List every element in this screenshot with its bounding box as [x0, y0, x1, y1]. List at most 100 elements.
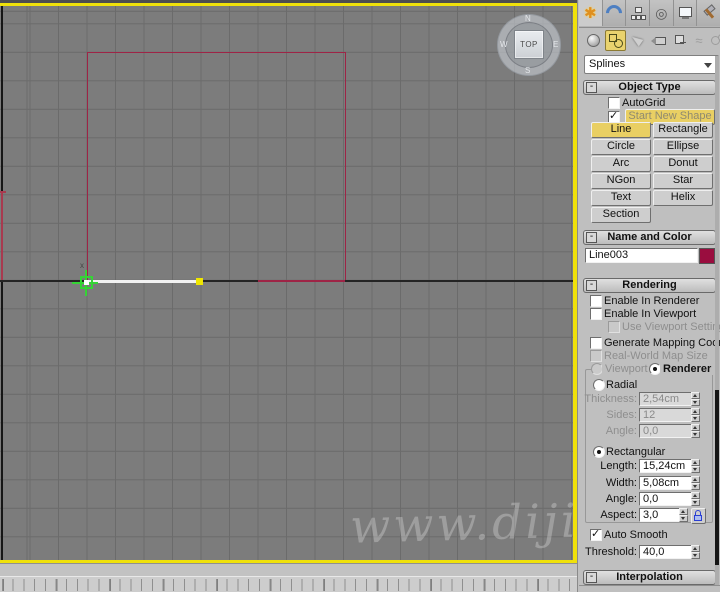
angle-rect-field[interactable]: 0,0: [639, 492, 694, 506]
tab-create[interactable]: ✱: [579, 0, 603, 26]
compass-south-label[interactable]: S: [525, 66, 530, 75]
rectangular-radio[interactable]: [593, 446, 605, 458]
line-start-vertex[interactable]: [84, 280, 89, 285]
tab-motion[interactable]: ◎: [650, 0, 674, 26]
object-color-swatch[interactable]: [699, 248, 715, 264]
thickness-field: 2,54cm: [639, 392, 694, 406]
line-being-drawn[interactable]: [85, 280, 200, 283]
shape-button-donut[interactable]: Donut: [653, 156, 713, 172]
compass-east-label[interactable]: E: [553, 40, 558, 49]
length-row: Length: 15,24cm: [578, 459, 720, 473]
shape-type-dropdown[interactable]: Splines: [584, 55, 719, 74]
shape-button-line[interactable]: Line: [591, 122, 651, 138]
shapes-icon: [608, 33, 623, 48]
angle-rect-spinner[interactable]: [691, 492, 700, 506]
track-bar[interactable]: [0, 576, 577, 592]
collapse-icon[interactable]: -: [586, 232, 597, 243]
shape-button-ngon[interactable]: NGon: [591, 173, 651, 189]
shape-button-ellipse[interactable]: Ellipse: [653, 139, 713, 155]
spacewarps-icon: ≈: [695, 32, 703, 48]
panel-divider: [579, 585, 720, 586]
tab-display[interactable]: [673, 0, 698, 26]
panel-scrollbar[interactable]: [715, 56, 719, 585]
top-viewport[interactable]: x www.dijitalde N S W E TOP: [0, 0, 577, 563]
tab-utilities[interactable]: [697, 0, 720, 26]
rollout-interpolation[interactable]: - Interpolation: [583, 570, 716, 585]
auto-smooth-checkbox[interactable]: [590, 527, 602, 541]
display-icon: [678, 7, 692, 19]
category-lights[interactable]: [627, 30, 645, 50]
compass-north-label[interactable]: N: [525, 14, 531, 23]
3dsmax-window: x www.dijitalde N S W E TOP ✱ ◎ ≈ Spline…: [0, 0, 720, 592]
rectangle-bottom-edge: [258, 280, 345, 282]
category-cameras[interactable]: [649, 30, 667, 50]
shape-button-section[interactable]: Section: [591, 207, 651, 223]
use-viewport-settings-checkbox: [608, 321, 620, 333]
viewport-border-right: [573, 3, 577, 563]
panel-scrollbar-thumb[interactable]: [715, 390, 719, 565]
enable-viewport-label: Enable In Viewport: [604, 308, 697, 320]
width-field[interactable]: 5,08cm: [639, 476, 694, 490]
viewport-grid[interactable]: x www.dijitalde N S W E TOP: [0, 6, 573, 560]
utilities-icon: [702, 4, 716, 20]
enable-renderer-checkbox[interactable]: [590, 295, 602, 307]
shape-button-helix[interactable]: Helix: [653, 190, 713, 206]
category-spacewarps[interactable]: ≈: [690, 30, 708, 50]
threshold-spinner[interactable]: [691, 545, 700, 559]
rollout-name-color[interactable]: - Name and Color: [583, 230, 716, 245]
aspect-spinner[interactable]: [679, 508, 688, 522]
collapse-icon[interactable]: -: [586, 572, 597, 583]
object-name-field[interactable]: Line003: [585, 248, 698, 263]
aspect-lock-button[interactable]: [691, 508, 706, 524]
generate-mapping-label: Generate Mapping Coords.: [604, 337, 720, 349]
radial-radio[interactable]: [593, 379, 605, 391]
rollout-rendering[interactable]: - Rendering: [583, 278, 716, 293]
collapse-icon[interactable]: -: [586, 280, 597, 291]
shape-button-rectangle[interactable]: Rectangle: [653, 122, 713, 138]
category-systems[interactable]: [708, 30, 720, 50]
viewport-border-bottom: [0, 560, 577, 563]
width-spinner[interactable]: [691, 476, 700, 490]
helpers-icon: [674, 34, 686, 46]
threshold-field[interactable]: 40,0: [639, 545, 694, 559]
viewcube[interactable]: N S W E TOP: [497, 14, 561, 76]
shape-button-circle[interactable]: Circle: [591, 139, 651, 155]
compass-west-label[interactable]: W: [500, 40, 508, 49]
command-panel-tabs: ✱ ◎: [579, 0, 720, 28]
autogrid-checkbox[interactable]: [608, 97, 620, 109]
chevron-down-icon: [704, 63, 712, 68]
category-helpers[interactable]: [671, 30, 689, 50]
aspect-field[interactable]: 3,0: [639, 508, 681, 522]
rectangle-shape[interactable]: [87, 52, 346, 282]
category-shapes[interactable]: [605, 30, 626, 51]
enable-renderer-label: Enable In Renderer: [604, 295, 700, 307]
viewport-radio-label: Viewport: [602, 364, 651, 375]
viewcube-top-face[interactable]: TOP: [514, 30, 544, 59]
angle-radial-field: 0,0: [639, 424, 694, 438]
length-spinner[interactable]: [691, 459, 700, 473]
rollout-object-type[interactable]: - Object Type: [583, 80, 716, 95]
collapse-icon[interactable]: -: [586, 82, 597, 93]
thickness-spinner: [691, 392, 700, 406]
enable-viewport-checkbox[interactable]: [590, 308, 602, 320]
shape-button-text[interactable]: Text: [591, 190, 651, 206]
status-gap-strip: [0, 563, 577, 577]
angle-radial-row: Angle: 0,0: [578, 424, 720, 438]
dropdown-value: Splines: [589, 58, 626, 70]
cameras-icon: [651, 34, 666, 46]
tab-modify[interactable]: [602, 0, 627, 26]
create-icon: ✱: [584, 4, 597, 22]
generate-mapping-checkbox[interactable]: [590, 337, 602, 349]
rectangular-radio-label: Rectangular: [606, 446, 666, 458]
length-field[interactable]: 15,24cm: [639, 459, 694, 473]
category-geometry[interactable]: [584, 30, 602, 50]
angle-rect-row: Angle: 0,0: [578, 492, 720, 506]
shape-button-star[interactable]: Star: [653, 173, 713, 189]
angle-radial-spinner: [691, 424, 700, 438]
line-end-vertex[interactable]: [196, 278, 203, 285]
shape-button-arc[interactable]: Arc: [591, 156, 651, 172]
command-panel: ✱ ◎ ≈ Splines - Object Type AutoGrid ✓ S…: [577, 0, 720, 592]
tab-hierarchy[interactable]: [626, 0, 651, 26]
offscreen-shape-corner: [0, 191, 6, 193]
sides-spinner: [691, 408, 700, 422]
